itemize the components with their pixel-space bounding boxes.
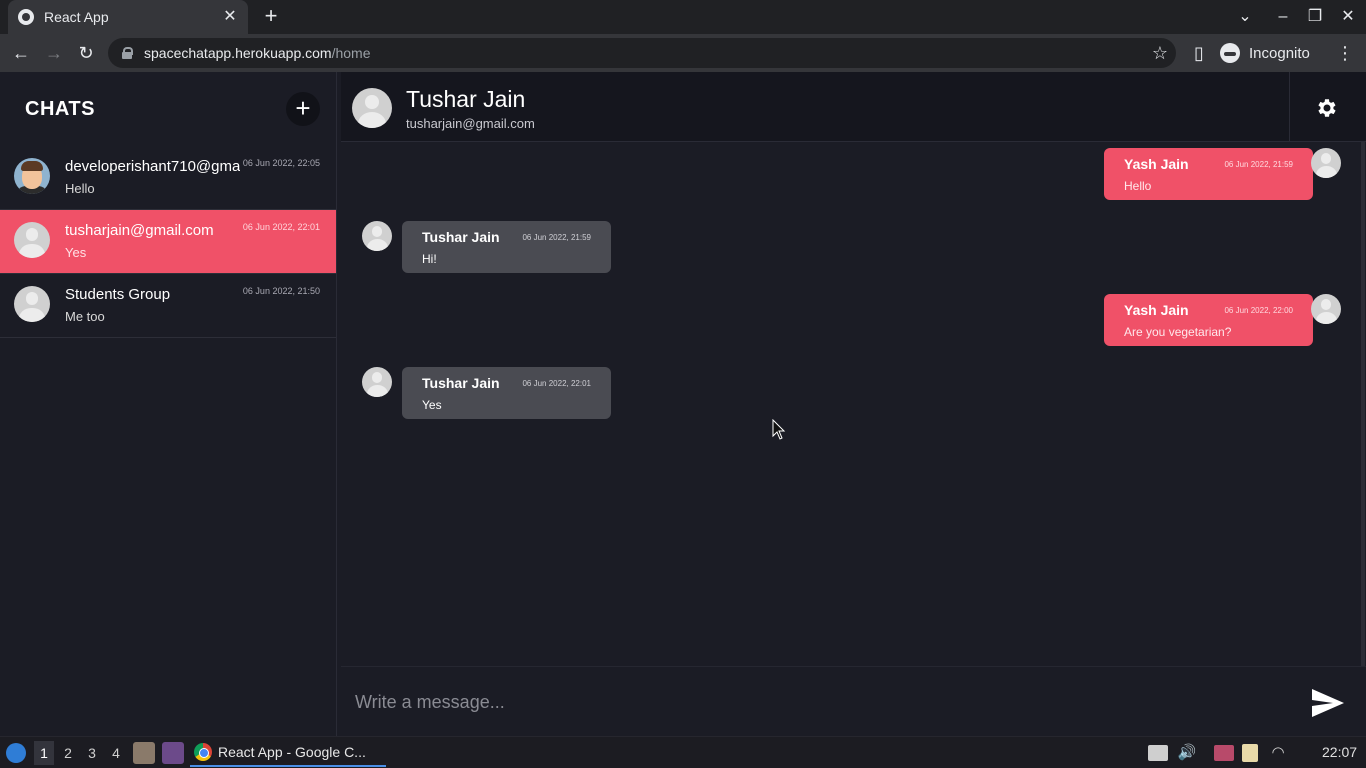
header-divider — [1289, 72, 1290, 142]
avatar — [352, 88, 392, 128]
chrome-icon — [194, 743, 212, 761]
chat-last-message: Yes — [65, 245, 87, 260]
browser-tab-bar: React App ✕ + ⌄ – ❐ ✕ — [0, 0, 1366, 34]
taskbar-clock: 22:07 — [1322, 744, 1358, 760]
reload-icon[interactable]: ↻ — [75, 42, 97, 64]
message-text: Are you vegetarian? — [1124, 325, 1232, 339]
terminal-icon[interactable] — [162, 742, 184, 764]
message-time: 06 Jun 2022, 21:59 — [1224, 160, 1293, 169]
browser-toolbar: ← → ↻ spacechatapp.herokuapp.com/home ☆ … — [0, 34, 1366, 72]
chat-name: tusharjain@gmail.com — [65, 222, 214, 239]
os-taskbar: 1 2 3 4 React App - Google C... 🔊 ◠ 22:0… — [0, 736, 1366, 768]
browser-tab[interactable]: React App ✕ — [8, 0, 248, 34]
message-time: 06 Jun 2022, 22:01 — [522, 379, 591, 388]
maximize-icon[interactable]: ❐ — [1304, 6, 1326, 28]
message-time: 06 Jun 2022, 21:59 — [522, 233, 591, 242]
chat-list-item-active[interactable]: tusharjain@gmail.com Yes 06 Jun 2022, 22… — [0, 210, 336, 274]
chat-time: 06 Jun 2022, 22:01 — [242, 222, 320, 232]
side-panel-icon[interactable]: ▯ — [1188, 42, 1210, 64]
chat-list-item[interactable]: Students Group Me too 06 Jun 2022, 21:50 — [0, 274, 336, 338]
workspace-4[interactable]: 4 — [106, 741, 126, 765]
avatar — [14, 222, 50, 258]
avatar — [1311, 294, 1341, 324]
chat-name: developerishant710@gmail — [65, 158, 240, 175]
chat-last-message: Hello — [65, 181, 95, 196]
lock-icon — [122, 47, 133, 59]
workspace-1[interactable]: 1 — [34, 741, 54, 765]
chat-time: 06 Jun 2022, 21:50 — [242, 286, 320, 296]
close-tab-icon[interactable]: ✕ — [222, 9, 238, 25]
workspace-2[interactable]: 2 — [58, 741, 78, 765]
message-text: Hello — [1124, 179, 1152, 193]
settings-gear-icon[interactable] — [1315, 96, 1339, 120]
message-composer — [341, 666, 1366, 737]
chat-last-message: Me too — [65, 309, 105, 324]
send-icon[interactable] — [1311, 688, 1345, 718]
avatar — [14, 286, 50, 322]
taskbar-chrome-window[interactable]: React App - Google C... — [190, 739, 386, 767]
message-bubble-outgoing: Yash Jain 06 Jun 2022, 22:00 Are you veg… — [1104, 294, 1313, 346]
chats-title: CHATS — [25, 97, 95, 120]
minimize-icon[interactable]: – — [1272, 6, 1294, 28]
address-bar[interactable]: spacechatapp.herokuapp.com/home ☆ — [108, 38, 1176, 68]
chat-list-item[interactable]: developerishant710@gmail Hello 06 Jun 20… — [0, 146, 336, 210]
wifi-icon[interactable]: ◠ — [1268, 743, 1288, 763]
bookmark-star-icon[interactable]: ☆ — [1152, 42, 1168, 64]
avatar — [1311, 148, 1341, 178]
drive-icon[interactable] — [1148, 745, 1168, 761]
url-path: /home — [331, 45, 371, 61]
conversation-header: Tushar Jain tusharjain@gmail.com — [341, 72, 1366, 142]
volume-icon[interactable]: 🔊 — [1177, 743, 1197, 763]
incognito-icon — [1220, 43, 1240, 63]
mouse-cursor-icon — [772, 419, 786, 440]
chat-app: CHATS + developerishant710@gmail Hello 0… — [0, 72, 1366, 737]
taskbar-task-label: React App - Google C... — [218, 744, 366, 760]
chats-sidebar: CHATS + developerishant710@gmail Hello 0… — [0, 72, 337, 736]
chat-name: Students Group — [65, 286, 171, 303]
forward-icon[interactable]: → — [43, 42, 65, 64]
new-chat-button[interactable]: + — [286, 92, 320, 126]
message-time: 06 Jun 2022, 22:00 — [1224, 306, 1293, 315]
message-bubble-incoming: Tushar Jain 06 Jun 2022, 22:01 Yes — [402, 367, 611, 419]
screenshot-tool-icon[interactable] — [1214, 745, 1234, 761]
tab-search-icon[interactable]: ⌄ — [1234, 6, 1256, 28]
avatar — [362, 221, 392, 251]
workspace-3[interactable]: 3 — [82, 741, 102, 765]
message-scrollbar[interactable] — [1361, 142, 1365, 666]
conversation-panel: Tushar Jain tusharjain@gmail.com Yash Ja… — [341, 72, 1366, 737]
back-icon[interactable]: ← — [10, 42, 32, 64]
message-input[interactable] — [341, 667, 1301, 737]
incognito-indicator[interactable]: Incognito — [1220, 40, 1310, 66]
message-bubble-incoming: Tushar Jain 06 Jun 2022, 21:59 Hi! — [402, 221, 611, 273]
chat-time: 06 Jun 2022, 22:05 — [242, 158, 320, 168]
browser-menu-icon[interactable]: ⋮ — [1334, 42, 1356, 64]
react-favicon-icon — [18, 9, 34, 25]
close-window-icon[interactable]: ✕ — [1337, 6, 1359, 28]
message-bubble-outgoing: Yash Jain 06 Jun 2022, 21:59 Hello — [1104, 148, 1313, 200]
message-text: Yes — [422, 398, 442, 412]
new-tab-button[interactable]: + — [260, 5, 282, 27]
message-list[interactable]: Yash Jain 06 Jun 2022, 21:59 Hello Tusha… — [341, 142, 1366, 666]
message-text: Hi! — [422, 252, 437, 266]
file-manager-icon[interactable] — [133, 742, 155, 764]
tab-title: React App — [44, 9, 109, 25]
avatar — [14, 158, 50, 194]
contact-email: tusharjain@gmail.com — [406, 116, 535, 131]
url-host: spacechatapp.herokuapp.com — [144, 45, 332, 61]
start-menu-icon[interactable] — [6, 743, 26, 763]
contact-name: Tushar Jain — [406, 86, 526, 112]
sidebar-header: CHATS + — [0, 72, 336, 146]
clipboard-icon[interactable] — [1242, 744, 1258, 762]
avatar — [362, 367, 392, 397]
incognito-label: Incognito — [1249, 44, 1310, 62]
